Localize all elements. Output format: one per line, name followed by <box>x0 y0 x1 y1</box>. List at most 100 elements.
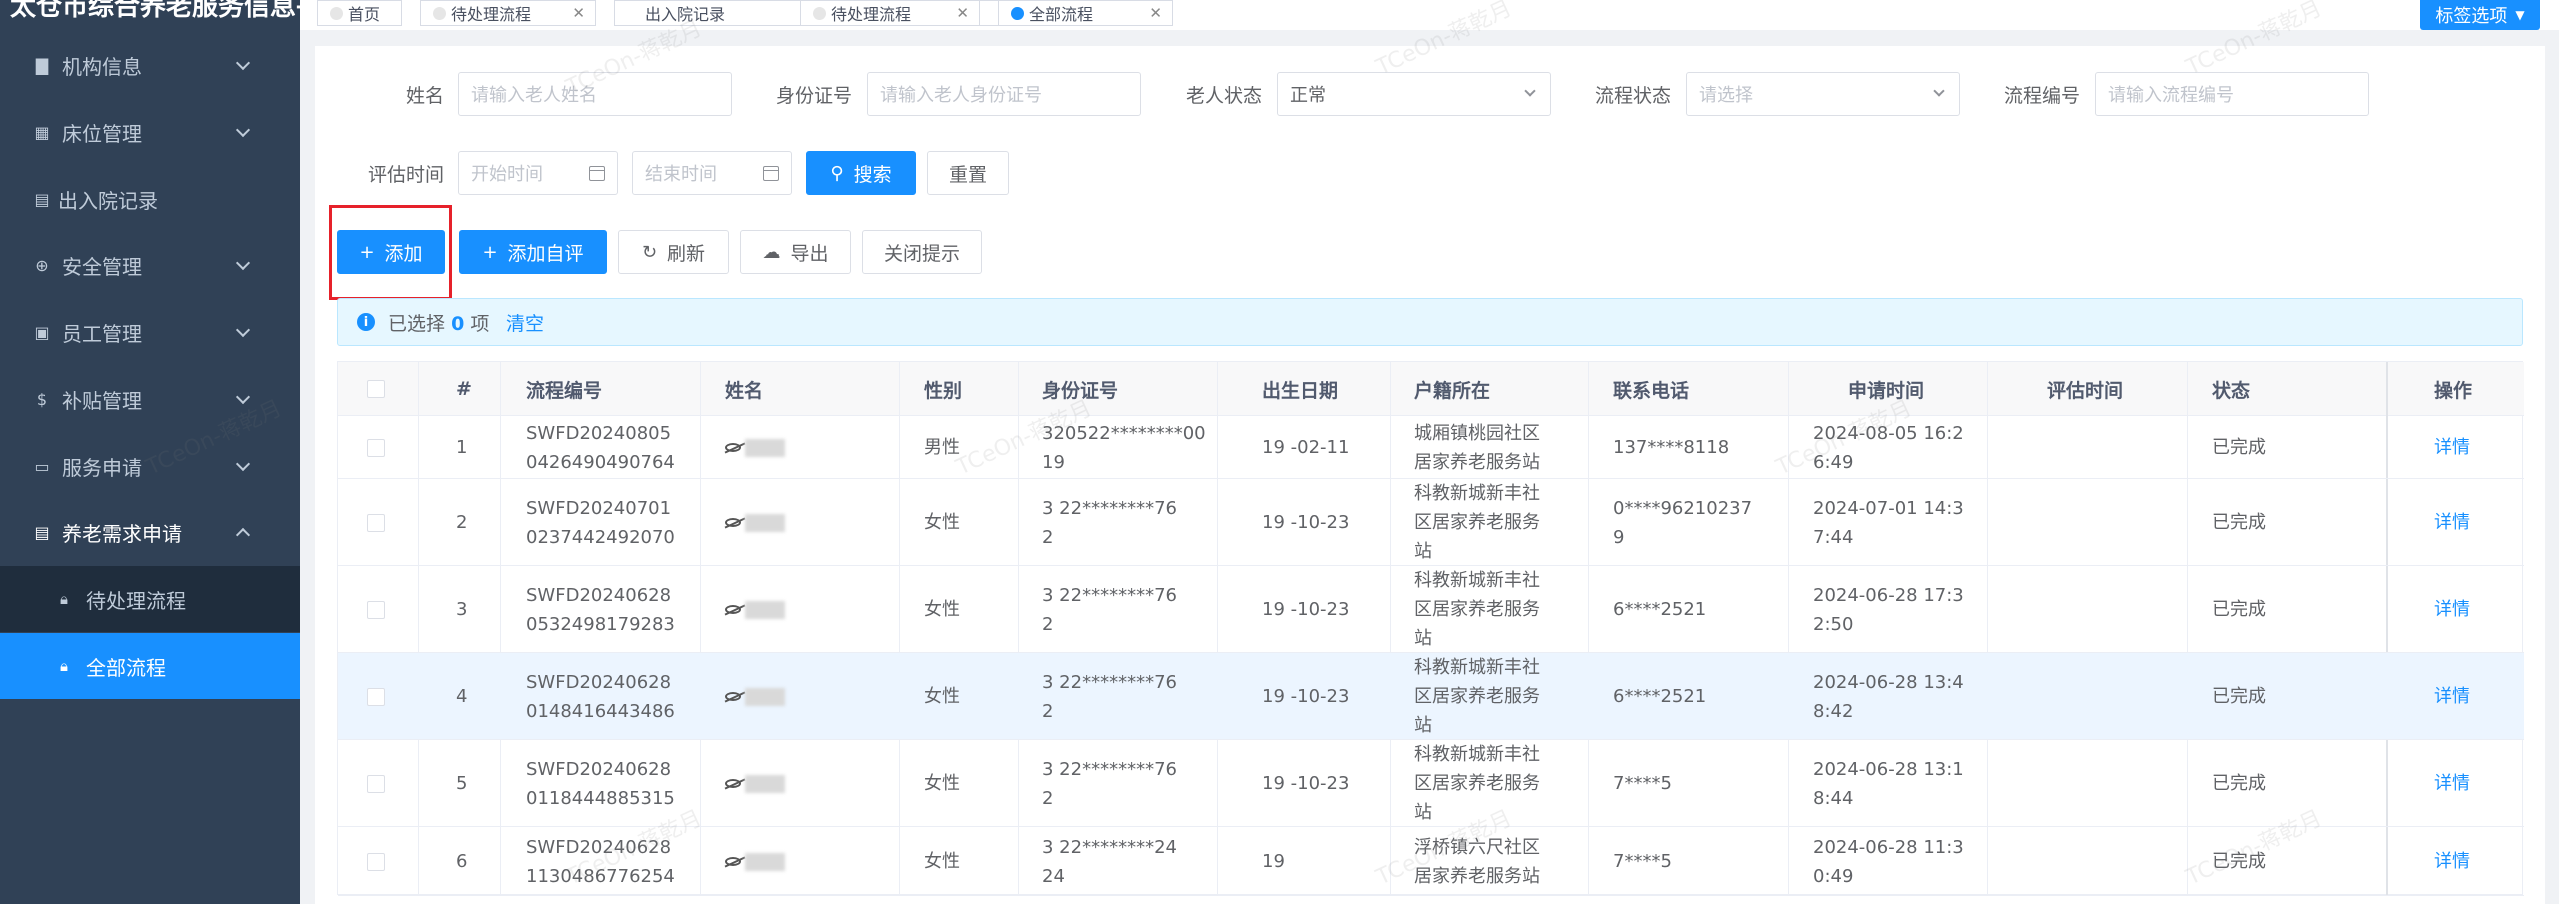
cell-idx: 6 <box>456 827 467 896</box>
cell-text: 5 <box>456 773 468 794</box>
cell-status: 已完成 <box>2212 827 2266 896</box>
row-checkbox[interactable] <box>367 513 385 532</box>
cell-idx: 5 <box>456 740 467 827</box>
sidebar-item-service[interactable]: ▭ 服务申请 <box>0 433 300 499</box>
eval-time-label: 评估时间 <box>367 163 444 186</box>
tab-home[interactable]: 首页 <box>317 0 402 26</box>
tab-dot <box>813 7 826 20</box>
id-input[interactable]: 请输入老人身份证号 <box>867 72 1141 116</box>
eye-slash-icon[interactable] <box>725 857 741 866</box>
eye-slash-icon[interactable] <box>725 692 741 701</box>
sidebar-item-beds[interactable]: ▦ 床位管理 <box>0 99 300 165</box>
end-date-input[interactable]: 结束时间 <box>632 151 792 195</box>
elder-status-select[interactable]: 正常 <box>1277 72 1551 116</box>
close-tip-button[interactable]: 关闭提示 <box>862 230 982 274</box>
cell-birth: 19 -02-11 <box>1262 416 1349 479</box>
cell-text: 女性 <box>924 851 960 872</box>
sidebar-item-label: 机构信息 <box>62 54 142 79</box>
eye-slash-icon[interactable] <box>725 518 741 527</box>
cell-phone: 7****5 <box>1613 740 1672 827</box>
user-icon: ▣ <box>34 322 50 342</box>
tab-pending-2[interactable]: 待处理流程 ✕ <box>800 0 980 26</box>
refresh-button-label: 刷新 <box>667 242 706 265</box>
eye-slash-icon[interactable] <box>725 605 741 614</box>
tab-label: 待处理流程 <box>451 5 532 24</box>
th-eval-time: 评估时间 <box>2047 379 2124 402</box>
cell-text: 0****96210237 9 <box>1613 497 1753 548</box>
close-icon[interactable]: ✕ <box>572 4 585 22</box>
cell-action[interactable]: 详情 <box>2434 740 2470 827</box>
tab-pending-1[interactable]: 待处理流程 ✕ <box>420 0 596 26</box>
cell-text: 已完成 <box>2212 437 2266 458</box>
table-row: 2 SWFD20240701 0237442492070 女性 3 22*******… <box>338 479 2524 566</box>
row-checkbox[interactable] <box>367 600 385 619</box>
cell-text: 已完成 <box>2212 512 2266 533</box>
close-icon[interactable]: ✕ <box>956 4 969 22</box>
select-all-checkbox[interactable] <box>367 380 385 398</box>
sidebar-item-institution[interactable]: ▇ 机构信息 <box>0 32 300 98</box>
cell-action[interactable]: 详情 <box>2434 416 2470 479</box>
caret-down-icon: ▼ <box>2515 8 2525 22</box>
masked-name <box>745 513 785 532</box>
cell-flow-no: SWFD20240628 1130486776254 <box>526 827 675 896</box>
cell-action[interactable]: 详情 <box>2434 653 2470 740</box>
add-self-eval-button[interactable]: + 添加自评 <box>459 230 607 274</box>
cell-action[interactable]: 详情 <box>2434 827 2470 896</box>
cell-text: SWFD20240628 0118444885315 <box>526 758 675 809</box>
cell-text: 4 <box>456 686 468 707</box>
th-name: 姓名 <box>725 379 764 402</box>
flow-no-input[interactable]: 请输入流程编号 <box>2095 72 2369 116</box>
reset-button[interactable]: 重置 <box>927 151 1009 195</box>
tab-label: 全部流程 <box>1029 5 1094 24</box>
cell-text: 3 22********24 24 <box>1042 836 1177 887</box>
cell-text: 320522********00 19 <box>1042 422 1206 473</box>
sidebar-item-elder-needs[interactable]: ▤ 养老需求申请 <box>0 499 300 565</box>
tag-options-button[interactable]: 标签选项 ▼ <box>2420 0 2540 30</box>
flow-status-placeholder: 请选择 <box>1699 85 1753 106</box>
flow-status-select[interactable]: 请选择 <box>1686 72 1960 116</box>
cell-flow-no: SWFD20240628 0118444885315 <box>526 740 675 827</box>
row-checkbox[interactable] <box>367 687 385 706</box>
row-checkbox[interactable] <box>367 774 385 793</box>
sidebar: 太仓市综合养老服务信息平台 ▇ 机构信息 ▦ 床位管理 ▤ 出入院记录 ⊕ 安全… <box>0 0 300 904</box>
cell-id-no: 3 22********76 2 <box>1042 653 1177 740</box>
cell-idx: 4 <box>456 653 467 740</box>
chevron-down-icon <box>235 122 251 138</box>
cell-name <box>725 479 785 566</box>
sidebar-subitem-pending[interactable]: 🔒︎ 待处理流程 <box>0 566 300 632</box>
refresh-button[interactable]: ↻ 刷新 <box>618 230 729 274</box>
table-row: 5 SWFD20240628 0118444885315 女性 3 22*******… <box>338 740 2524 827</box>
dollar-icon: $ <box>36 389 48 409</box>
sidebar-subitem-label: 全部流程 <box>86 655 166 680</box>
clear-selection-link[interactable]: 清空 <box>506 309 544 336</box>
calendar-icon <box>763 166 779 181</box>
cell-text: 2024-08-05 16:2 6:49 <box>1813 422 1964 473</box>
eye-slash-icon[interactable] <box>725 443 741 452</box>
row-checkbox[interactable] <box>367 438 385 457</box>
tab-all-flows[interactable]: 全部流程 ✕ <box>998 0 1173 26</box>
th-status: 状态 <box>2212 379 2251 402</box>
export-button[interactable]: ☁ 导出 <box>740 230 851 274</box>
chevron-down-icon <box>235 389 251 405</box>
cell-name <box>725 653 785 740</box>
sidebar-item-admission[interactable]: ▤ 出入院记录 <box>0 166 300 232</box>
cell-phone: 6****2521 <box>1613 653 1706 740</box>
sidebar-subitem-all[interactable]: 🔒︎ 全部流程 <box>0 633 300 699</box>
name-input[interactable]: 请输入老人姓名 <box>458 72 732 116</box>
cell-text: 详情 <box>2434 599 2470 620</box>
document-icon: ▤ <box>34 522 50 542</box>
sidebar-item-staff[interactable]: ▣ 员工管理 <box>0 299 300 365</box>
cell-id-no: 3 22********76 2 <box>1042 566 1177 653</box>
close-icon[interactable]: ✕ <box>1149 4 1162 22</box>
row-checkbox[interactable] <box>367 852 385 871</box>
sidebar-item-subsidy[interactable]: $ 补贴管理 <box>0 366 300 432</box>
cell-action[interactable]: 详情 <box>2434 479 2470 566</box>
eye-slash-icon[interactable] <box>725 779 741 788</box>
start-date-input[interactable]: 开始时间 <box>458 151 618 195</box>
cell-text: 已完成 <box>2212 773 2266 794</box>
search-button[interactable]: ⚲ 搜索 <box>806 151 916 195</box>
calendar-icon <box>589 166 605 181</box>
sidebar-item-safety[interactable]: ⊕ 安全管理 <box>0 232 300 298</box>
shield-icon: ⊕ <box>35 255 49 275</box>
cell-action[interactable]: 详情 <box>2434 566 2470 653</box>
